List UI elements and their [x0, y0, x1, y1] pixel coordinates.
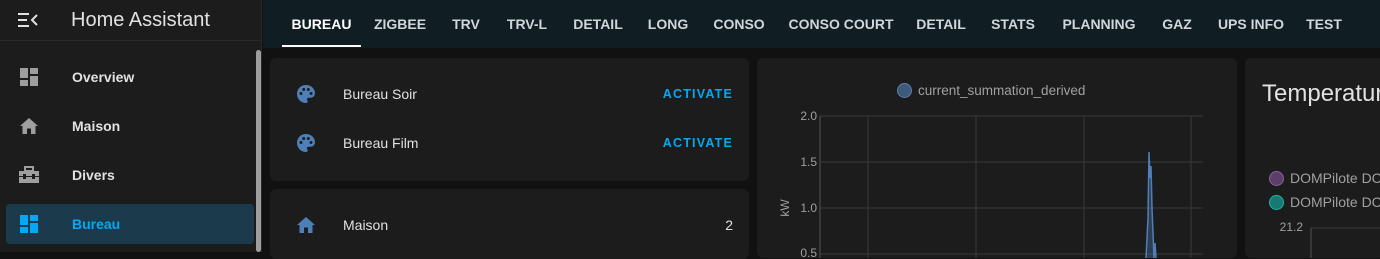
- tab-trv[interactable]: TRV: [439, 0, 493, 48]
- scene-row: Bureau Soir ACTIVATE: [270, 74, 749, 114]
- chart-plot-area: [819, 115, 1203, 258]
- sidebar-item-label: Divers: [72, 167, 115, 183]
- tab-gaz[interactable]: GAZ: [1149, 0, 1205, 48]
- view-tabs: BUREAU ZIGBEE TRV TRV-L DETAIL LONG CONS…: [263, 0, 1380, 48]
- tab-conso[interactable]: CONSO: [701, 0, 777, 48]
- tab-trv-l[interactable]: TRV-L: [493, 0, 561, 48]
- sidebar-item-divers[interactable]: Divers: [6, 155, 254, 195]
- active-tab-indicator: [282, 45, 361, 47]
- chart-grid: [820, 115, 1203, 258]
- series-line-current-summation-derived: [1145, 151, 1157, 258]
- app-title: Home Assistant: [71, 8, 210, 31]
- dashboard-icon: [20, 215, 38, 233]
- temperature-plot-area: [1310, 227, 1380, 258]
- sidebar-divider: [0, 40, 262, 41]
- tab-detail-2[interactable]: DETAIL: [905, 0, 977, 48]
- entities-card: Maison 2: [270, 189, 749, 259]
- entity-row[interactable]: Maison 2: [270, 205, 749, 245]
- dashboard-icon: [20, 68, 38, 86]
- home-icon: [297, 217, 315, 233]
- tab-planning[interactable]: PLANNING: [1049, 0, 1149, 48]
- sidebar-item-label: Maison: [72, 118, 121, 134]
- sidebar-header: Home Assistant: [0, 0, 261, 40]
- entity-value: 2: [725, 217, 733, 233]
- scene-name: Bureau Soir: [343, 86, 417, 102]
- menu-open-icon: [18, 13, 38, 27]
- tab-ups-info[interactable]: UPS INFO: [1205, 0, 1297, 48]
- tab-stats[interactable]: STATS: [977, 0, 1049, 48]
- history-graph-card: current_summation_derived 2.0 1.5 1.0 0.…: [757, 58, 1237, 258]
- tab-conso-court[interactable]: CONSO COURT: [777, 0, 905, 48]
- activate-button[interactable]: ACTIVATE: [663, 87, 733, 101]
- home-icon: [20, 118, 38, 134]
- sidebar-item-label: Overview: [72, 69, 135, 85]
- activate-button[interactable]: ACTIVATE: [663, 136, 733, 150]
- scene-name: Bureau Film: [343, 135, 419, 151]
- sidebar-item-overview[interactable]: Overview: [6, 57, 254, 97]
- toolbox-icon: [19, 166, 39, 183]
- sidebar-item-bureau[interactable]: Bureau: [6, 204, 254, 244]
- sidebar-item-maison[interactable]: Maison: [6, 106, 254, 146]
- entity-name: Maison: [343, 217, 389, 233]
- sidebar-scrollbar[interactable]: [256, 50, 261, 252]
- tab-test[interactable]: TEST: [1297, 0, 1351, 48]
- sidebar: Home Assistant Overview Maison Divers Bu…: [0, 0, 262, 252]
- tab-detail[interactable]: DETAIL: [561, 0, 635, 48]
- palette-icon: [297, 85, 315, 103]
- temperature-card: Temperatur DOMPilote DC DOMPilote DC 21.…: [1245, 58, 1380, 258]
- scene-row: Bureau Film ACTIVATE: [270, 123, 749, 163]
- tab-zigbee[interactable]: ZIGBEE: [361, 0, 439, 48]
- menu-toggle-button[interactable]: [0, 0, 56, 40]
- tab-long[interactable]: LONG: [635, 0, 701, 48]
- scenes-card: Bureau Soir ACTIVATE Bureau Film ACTIVAT…: [270, 58, 749, 181]
- tab-bureau[interactable]: BUREAU: [282, 0, 361, 48]
- sidebar-nav: Overview Maison Divers Bureau: [0, 57, 262, 253]
- palette-icon: [297, 134, 315, 152]
- sidebar-item-label: Bureau: [72, 216, 121, 232]
